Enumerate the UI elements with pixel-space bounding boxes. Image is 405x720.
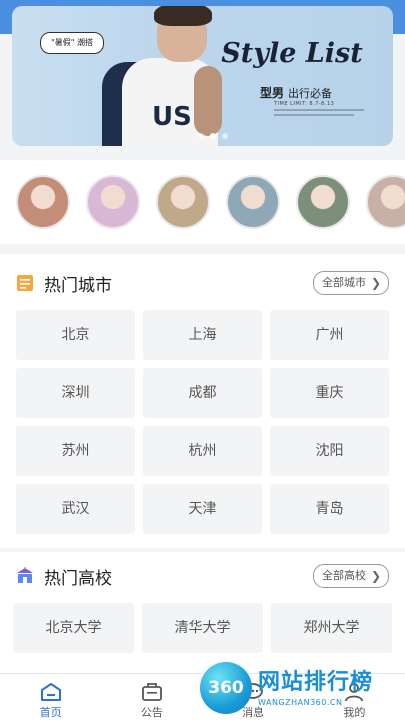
watermark-logo: 360 网站排行榜 WANGZHAN360.CN [200,660,405,720]
pagination-dot[interactable] [222,133,228,139]
all-cities-button[interactable]: 全部城市 ❯ [313,271,389,295]
notice-icon [141,683,162,701]
user-avatar[interactable] [86,175,140,229]
user-avatar[interactable] [226,175,280,229]
city-folder-icon [17,275,33,291]
city-grid: 北京 上海 广州深圳 成都 重庆苏州 杭州 沈阳武汉 天津 青岛 [16,310,389,534]
school-item[interactable]: 北京大学 [13,603,134,653]
school-item[interactable]: 郑州大学 [271,603,392,653]
school-item[interactable]: 清华大学 [142,603,263,653]
hot-cities-title: 热门城市 [44,276,112,296]
banner-pagination [198,133,228,139]
user-avatar[interactable] [366,175,405,229]
city-item[interactable]: 成都 [143,368,262,418]
city-item[interactable]: 武汉 [16,484,135,534]
city-item[interactable]: 天津 [143,484,262,534]
school-icon [17,567,33,583]
chevron-right-icon: ❯ [370,276,381,290]
city-item[interactable]: 沈阳 [270,426,389,476]
banner-fine-print [274,114,354,116]
tab-notice[interactable]: 公告 [101,674,202,720]
pagination-dot[interactable] [198,133,204,139]
banner-subtitle: 型男 出行必备 [260,86,333,100]
city-item[interactable]: 青岛 [270,484,389,534]
featured-avatars-row [0,160,405,244]
pagination-dot[interactable] [210,133,216,139]
banner-fine-print [274,109,364,111]
city-item[interactable]: 重庆 [270,368,389,418]
promo-banner[interactable]: US "暑假" 潮搭 Style List 型男 出行必备 TIME LIMIT:… [12,6,393,146]
hot-schools-title: 热门高校 [44,569,112,589]
city-item[interactable]: 广州 [270,310,389,360]
chevron-right-icon: ❯ [370,569,381,583]
hot-schools-section: 热门高校 全部高校 ❯ 北京大学 清华大学 郑州大学 [0,552,405,674]
hot-cities-section: 热门城市 全部城市 ❯ 北京 上海 广州深圳 成都 重庆苏州 杭州 沈阳武汉 天津 青岛 [0,254,405,548]
home-icon [40,683,61,701]
city-item[interactable]: 杭州 [143,426,262,476]
city-item[interactable]: 上海 [143,310,262,360]
city-item[interactable]: 深圳 [16,368,135,418]
city-item[interactable]: 北京 [16,310,135,360]
user-avatar[interactable] [16,175,70,229]
banner-time-limit: TIME LIMIT: 8.7-8.13 [274,101,335,107]
school-grid: 北京大学 清华大学 郑州大学 [13,603,392,653]
user-avatar[interactable] [156,175,210,229]
tab-home[interactable]: 首页 [0,674,101,720]
all-schools-button[interactable]: 全部高校 ❯ [313,564,389,588]
city-item[interactable]: 苏州 [16,426,135,476]
user-avatar[interactable] [296,175,350,229]
banner-tag: "暑假" 潮搭 [40,32,104,54]
banner-model-image: US [82,6,232,146]
banner-title: Style List [221,38,363,69]
